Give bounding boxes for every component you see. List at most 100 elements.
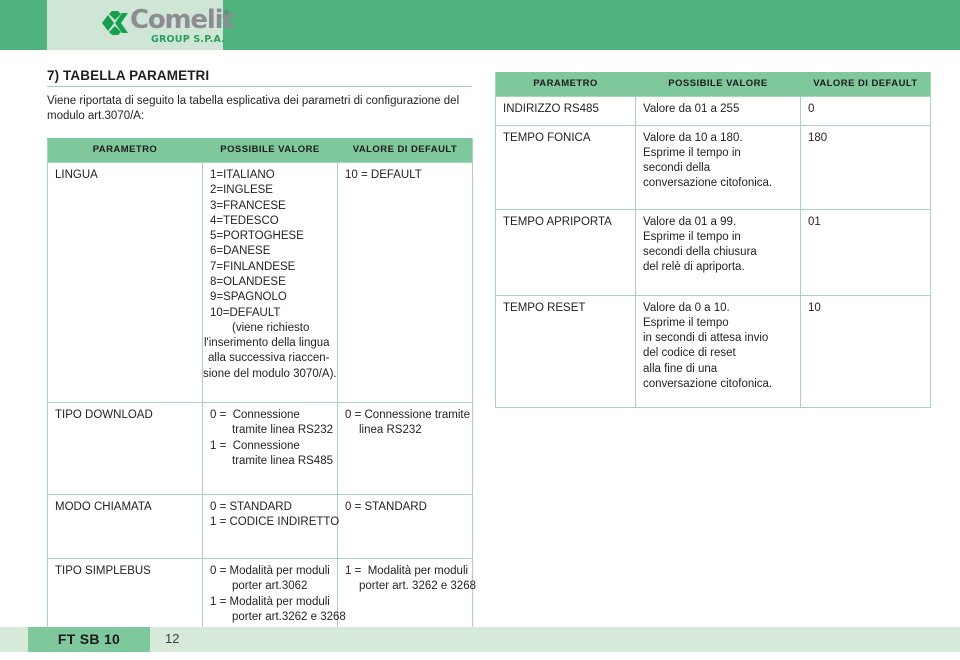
value-line: secondi della: [643, 162, 711, 175]
cell-valore-di-default: 180: [800, 124, 931, 210]
value-line: 1 = Connessione: [210, 439, 300, 452]
default-line: 0 = STANDARD: [345, 500, 427, 513]
default-line: 10 = DEFAULT: [345, 168, 422, 181]
value-line: del codice di reset: [643, 347, 736, 360]
value-line: 1=ITALIANO: [210, 168, 275, 181]
table-row: TEMPO FONICA Valore da 10 a 180. Esprime…: [495, 124, 931, 210]
value-line: tramite linea RS232: [232, 424, 333, 437]
table-row: MODO CHIAMATA 0 = STANDARD 1 = CODICE IN…: [47, 493, 473, 559]
default-line: 01: [808, 215, 821, 228]
default-line: porter art. 3262 e 3268: [359, 580, 476, 593]
value-line: alla successiva riaccen-: [208, 352, 330, 365]
cell-parametro: TEMPO RESET: [495, 294, 636, 408]
cell-valore-di-default: 10 = DEFAULT: [337, 161, 473, 403]
value-line: Esprime il tempo in: [643, 230, 741, 243]
document-code-label: FT SB 10: [57, 631, 121, 647]
value-line: sione del modulo 3070/A).: [203, 367, 337, 380]
value-line: alla fine di una: [643, 362, 718, 375]
value-line: 0 = Connessione: [210, 408, 300, 421]
column-header-possibile-valore: POSSIBILE VALORE: [635, 72, 801, 97]
value-line: 8=OLANDESE: [210, 275, 286, 288]
logo-panel: Comelit ® GROUP S.P.A.: [47, 0, 235, 50]
left-parameters-table: PARAMETRO POSSIBILE VALORE VALORE DI DEF…: [47, 138, 476, 643]
cell-possibile-valore: Valore da 0 a 10. Esprime il tempo in se…: [635, 294, 801, 408]
cell-parametro: MODO CHIAMATA: [47, 493, 203, 559]
table-row: LINGUA 1=ITALIANO 2=INGLESE 3=FRANCESE 4…: [47, 161, 473, 403]
title-divider: [47, 86, 472, 87]
default-line: 180: [808, 131, 828, 144]
page-body: 7) TABELLA PARAMETRI Viene riportata di …: [0, 50, 960, 643]
cell-parametro: TEMPO APRIPORTA: [495, 208, 636, 296]
value-line: 7=FINLANDESE: [210, 260, 296, 273]
intro-paragraph: Viene riportata di seguito la tabella es…: [47, 95, 460, 123]
comelit-diamond-logo-icon: [102, 11, 128, 35]
value-line: tramite linea RS485: [232, 454, 333, 467]
table-header-row: PARAMETRO POSSIBILE VALORE VALORE DI DEF…: [47, 138, 473, 163]
value-line: Valore da 01 a 255: [643, 102, 740, 115]
cell-possibile-valore: 1=ITALIANO 2=INGLESE 3=FRANCESE 4=TEDESC…: [202, 161, 338, 403]
right-table-body: INDIRIZZO RS485 Valore da 01 a 255 0 TEM…: [495, 95, 931, 408]
column-header-valore-di-default: VALORE DI DEFAULT: [337, 138, 473, 163]
registered-trademark-icon: ®: [224, 10, 230, 17]
page-footer: FT SB 10 12: [0, 627, 960, 652]
cell-valore-di-default: 0 = Connessione tramite linea RS232: [337, 401, 473, 495]
cell-possibile-valore: Valore da 10 a 180. Esprime il tempo in …: [635, 124, 801, 210]
cell-possibile-valore: Valore da 01 a 99. Esprime il tempo in s…: [635, 208, 801, 296]
cell-valore-di-default: 0: [800, 95, 931, 126]
value-line: porter art.3062: [232, 580, 308, 593]
column-header-valore-di-default: VALORE DI DEFAULT: [800, 72, 931, 97]
default-line: 0 = Connessione tramite: [345, 408, 470, 421]
right-parameters-table: PARAMETRO POSSIBILE VALORE VALORE DI DEF…: [495, 72, 931, 408]
cell-possibile-valore: 0 = Connessione tramite linea RS232 1 = …: [202, 401, 338, 495]
left-table-body: LINGUA 1=ITALIANO 2=INGLESE 3=FRANCESE 4…: [47, 161, 476, 643]
column-header-possibile-valore: POSSIBILE VALORE: [202, 138, 338, 163]
value-line: 1 = Modalità per moduli: [210, 595, 330, 608]
value-line: 6=DANESE: [210, 245, 271, 258]
value-line: l'inserimento della lingua: [204, 337, 330, 350]
value-line: 5=PORTOGHESE: [210, 230, 304, 243]
cell-possibile-valore: 0 = STANDARD 1 = CODICE INDIRETTO: [202, 493, 340, 559]
cell-valore-di-default: 10: [800, 294, 931, 408]
value-line: Esprime il tempo: [643, 316, 729, 329]
value-line: 3=FRANCESE: [210, 199, 286, 212]
value-line: 4=TEDESCO: [210, 214, 279, 227]
page-title: 7) TABELLA PARAMETRI: [47, 68, 210, 83]
value-line: 9=SPAGNOLO: [210, 291, 287, 304]
value-line: 2=INGLESE: [210, 184, 273, 197]
document-code-badge: FT SB 10: [28, 627, 150, 652]
logo-subtitle: GROUP S.P.A.: [151, 34, 225, 45]
value-line: secondi della chiusura: [643, 246, 757, 259]
default-line: 0: [808, 102, 815, 115]
value-line: 0 = STANDARD: [210, 500, 292, 513]
table-header-row: PARAMETRO POSSIBILE VALORE VALORE DI DEF…: [495, 72, 931, 97]
column-header-parametro: PARAMETRO: [495, 72, 636, 97]
table-row: TEMPO RESET Valore da 0 a 10. Esprime il…: [495, 294, 931, 408]
default-line: linea RS232: [359, 424, 422, 437]
value-line: Valore da 10 a 180.: [643, 131, 743, 144]
value-line: conversazione citofonica.: [643, 378, 773, 391]
value-line: 1 = CODICE INDIRETTO: [210, 516, 340, 529]
page-number: 12: [165, 631, 180, 646]
logo-wordmark: Comelit: [130, 5, 235, 35]
column-header-parametro: PARAMETRO: [47, 138, 203, 163]
cell-parametro: TIPO DOWNLOAD: [47, 401, 203, 495]
cell-possibile-valore: Valore da 01 a 255: [635, 95, 801, 126]
table-row: INDIRIZZO RS485 Valore da 01 a 255 0: [495, 95, 931, 126]
cell-parametro: LINGUA: [47, 161, 203, 403]
right-column: PARAMETRO POSSIBILE VALORE VALORE DI DEF…: [495, 72, 931, 408]
comelit-logo: Comelit ® GROUP S.P.A.: [102, 5, 267, 49]
left-column: 7) TABELLA PARAMETRI Viene riportata di …: [47, 68, 476, 643]
cell-parametro: TEMPO FONICA: [495, 124, 636, 210]
default-line: 1 = Modalità per moduli: [345, 564, 469, 577]
value-line: del relè di apriporta.: [643, 261, 745, 274]
value-line: 0 = Modalità per moduli: [210, 564, 330, 577]
value-line: in secondi di attesa invio: [643, 332, 769, 345]
value-line: porter art.3262 e 3268: [232, 610, 346, 623]
value-line: conversazione citofonica.: [643, 177, 773, 190]
cell-parametro: INDIRIZZO RS485: [495, 95, 636, 126]
default-line: 10: [808, 301, 821, 314]
table-row: TIPO DOWNLOAD 0 = Connessione tramite li…: [47, 401, 473, 495]
value-line: Esprime il tempo in: [643, 146, 741, 159]
value-line: (viene richiesto: [232, 321, 310, 334]
table-row: TEMPO APRIPORTA Valore da 01 a 99. Espri…: [495, 208, 931, 296]
